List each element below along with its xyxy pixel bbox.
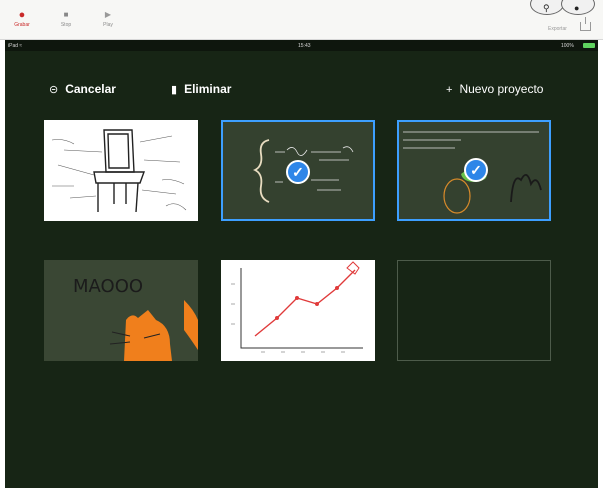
cancel-button[interactable]: ⊝ Cancelar bbox=[49, 82, 116, 96]
selected-check-icon: ✓ bbox=[286, 160, 310, 184]
cat-drawing-thumbnail: MAOOO bbox=[73, 276, 198, 361]
project-tile-note[interactable]: ✓ bbox=[397, 120, 551, 221]
project-tile-cat[interactable]: MAOOO bbox=[44, 260, 198, 361]
project-tile-chair[interactable] bbox=[44, 120, 198, 221]
trash-icon: ▮ bbox=[171, 84, 178, 96]
zoom-button[interactable]: ⚲ bbox=[530, 0, 564, 15]
export-label[interactable]: Exportar bbox=[548, 26, 567, 32]
ipad-screen: iPad ≈ 15:43 100% ⊝ Cancelar ▮ Eliminar + N… bbox=[5, 40, 598, 488]
new-project-button[interactable]: + Nuevo proyecto bbox=[446, 82, 543, 96]
project-tile-empty[interactable] bbox=[397, 260, 551, 361]
stop-button[interactable]: ■ Stop bbox=[46, 8, 86, 28]
app-toolbar: ● Grabar ■ Stop ▶ Play ⚲ ● Exportar bbox=[0, 0, 603, 40]
dot-icon: ● bbox=[574, 3, 580, 13]
search-icon: ⚲ bbox=[543, 3, 550, 13]
stop-icon: ■ bbox=[63, 10, 69, 19]
cat-text-label: MAOOO bbox=[73, 276, 143, 297]
record-button[interactable]: ● Grabar bbox=[2, 8, 42, 28]
play-button[interactable]: ▶ Play bbox=[88, 8, 128, 28]
project-tile-equations[interactable]: ✓ bbox=[221, 120, 375, 221]
plus-icon: + bbox=[446, 84, 453, 96]
delete-button[interactable]: ▮ Eliminar bbox=[171, 82, 231, 96]
cancel-icon: ⊝ bbox=[49, 84, 59, 96]
project-tile-graph[interactable] bbox=[221, 260, 375, 361]
delete-label: Eliminar bbox=[184, 82, 232, 96]
chair-sketch-thumbnail bbox=[51, 129, 187, 213]
selected-check-icon: ✓ bbox=[464, 158, 488, 182]
new-project-label: Nuevo proyecto bbox=[459, 82, 544, 96]
record-label: Grabar bbox=[14, 22, 30, 28]
play-icon: ▶ bbox=[104, 10, 112, 19]
graph-thumbnail bbox=[231, 261, 363, 353]
share-icon[interactable] bbox=[580, 17, 591, 31]
record-icon: ● bbox=[18, 9, 26, 21]
play-label: Play bbox=[103, 22, 113, 28]
stop-label: Stop bbox=[60, 22, 72, 28]
record-circle-button[interactable]: ● bbox=[561, 0, 595, 15]
cancel-label: Cancelar bbox=[65, 82, 116, 96]
